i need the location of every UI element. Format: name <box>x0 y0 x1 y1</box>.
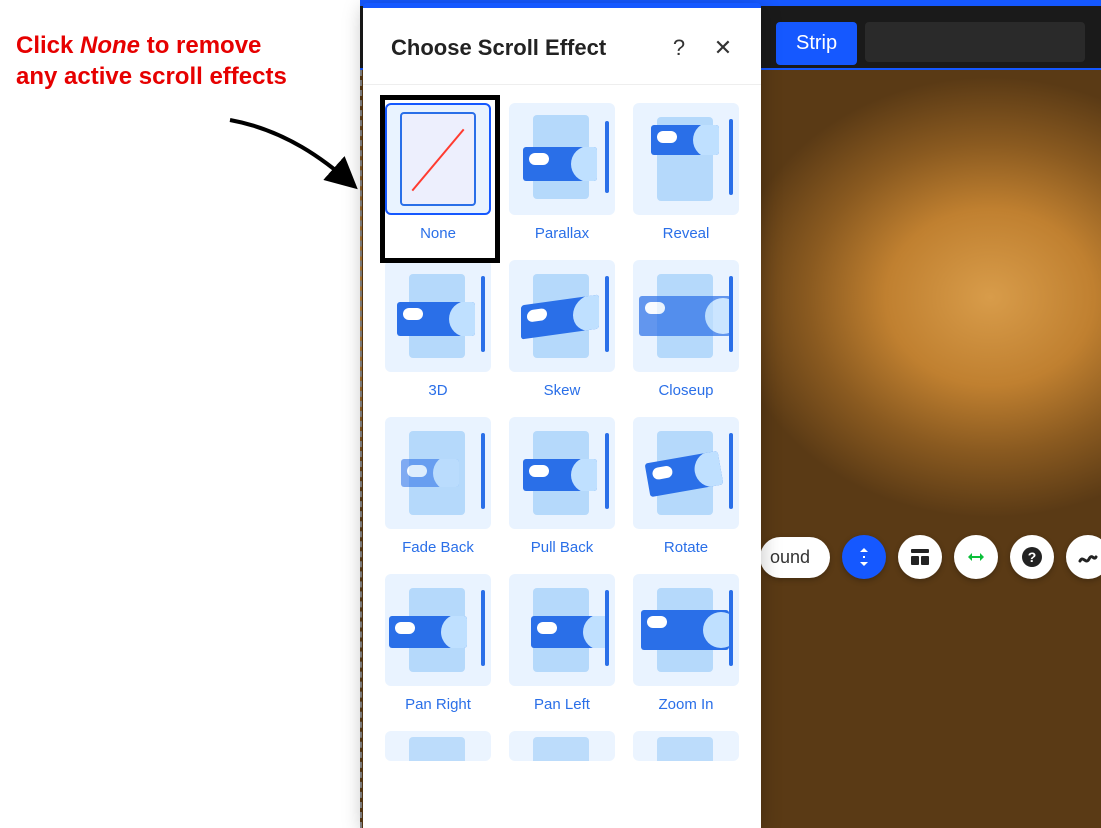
stretch-button[interactable] <box>954 535 998 579</box>
effect-tile-zoomin[interactable]: Zoom In <box>633 574 739 713</box>
topbar-dark-area <box>865 22 1085 62</box>
effect-tile-fadeback[interactable]: Fade Back <box>385 417 491 556</box>
panel-title: Choose Scroll Effect <box>391 35 649 61</box>
instruction-arrow <box>225 115 365 195</box>
effect-tile-skew[interactable]: Skew <box>509 260 615 399</box>
effect-tile-closeup[interactable]: Closeup <box>633 260 739 399</box>
svg-text:?: ? <box>1028 549 1037 565</box>
effect-tile-3d[interactable]: 3D <box>385 260 491 399</box>
scroll-effect-panel: Choose Scroll Effect ? ✕ None Parallax <box>363 3 761 828</box>
effect-tile-more-2[interactable] <box>509 731 615 761</box>
instruction-text: Click None to remove any active scroll e… <box>16 30 296 92</box>
effect-tile-more-3[interactable] <box>633 731 739 761</box>
close-icon[interactable]: ✕ <box>709 34 737 62</box>
help-button[interactable]: ? <box>1010 535 1054 579</box>
layout-button[interactable] <box>898 535 942 579</box>
effect-tile-panleft[interactable]: Pan Left <box>509 574 615 713</box>
effect-tile-pullback[interactable]: Pull Back <box>509 417 615 556</box>
strip-toolbar: ound ? <box>760 535 1101 579</box>
effect-tile-rotate[interactable]: Rotate <box>633 417 739 556</box>
change-background-button[interactable]: ound <box>760 537 830 578</box>
strip-selector-button[interactable]: Strip <box>776 22 857 65</box>
effect-tile-more-1[interactable] <box>385 731 491 761</box>
scroll-effects-button[interactable] <box>842 535 886 579</box>
effect-tile-reveal[interactable]: Reveal <box>633 103 739 242</box>
effect-tile-parallax[interactable]: Parallax <box>509 103 615 242</box>
effect-tile-none[interactable]: None <box>385 103 491 242</box>
help-icon[interactable]: ? <box>665 34 693 62</box>
effect-tile-panright[interactable]: Pan Right <box>385 574 491 713</box>
effects-grid: None Parallax Reveal <box>385 103 739 761</box>
animation-button[interactable] <box>1066 535 1101 579</box>
